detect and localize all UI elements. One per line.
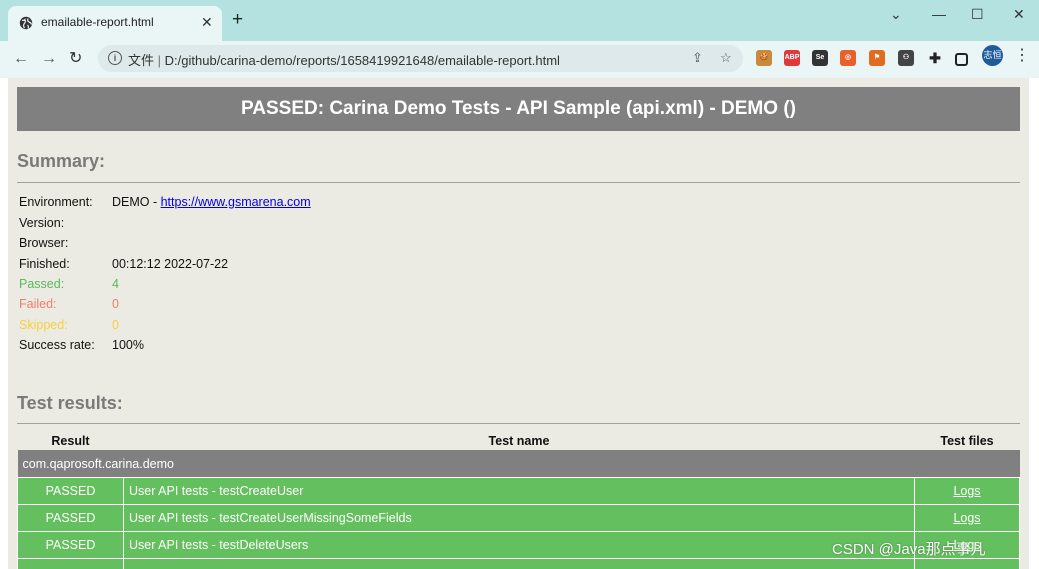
test-name-cell: User API tests - testDeleteUsers xyxy=(123,531,915,559)
forward-button[interactable]: → xyxy=(41,50,57,68)
finished-label: Finished: xyxy=(19,257,70,271)
column-header-test-files: Test files xyxy=(940,433,994,448)
environment-value: DEMO - https://www.gsmarena.com xyxy=(112,195,311,209)
logs-link[interactable]: Logs xyxy=(953,511,980,525)
maximize-button[interactable]: ☐ xyxy=(971,6,984,22)
report-banner: PASSED: Carina Demo Tests - API Sample (… xyxy=(17,87,1020,131)
side-panel-icon[interactable] xyxy=(955,53,968,66)
people-extension-icon[interactable]: ⚇ xyxy=(898,50,914,66)
browser-menu-icon[interactable]: ⋮ xyxy=(1014,48,1030,64)
results-divider xyxy=(17,423,1020,424)
failed-value: 0 xyxy=(112,297,119,311)
target-extension-icon[interactable]: ◎ xyxy=(840,50,856,66)
passed-label: Passed: xyxy=(19,277,65,291)
environment-name: DEMO - xyxy=(112,195,161,209)
test-files-cell: Logs xyxy=(914,504,1020,532)
result-cell: PASSED xyxy=(17,504,124,532)
watermark: CSDN @Java那点事儿 xyxy=(832,541,986,558)
result-cell: PASSED xyxy=(17,531,124,559)
table-row xyxy=(17,558,1020,569)
tab-strip: emailable-report.html ✕ + ⌄ — ☐ ✕ xyxy=(0,0,1039,41)
back-button[interactable]: ← xyxy=(13,50,29,68)
address-url: D:/github/carina-demo/reports/1658419921… xyxy=(164,53,560,68)
summary-divider xyxy=(17,182,1020,183)
file-scheme-label: 文件 xyxy=(128,53,155,68)
test-files-cell: Logs xyxy=(914,477,1020,505)
success-rate-label: Success rate: xyxy=(19,338,95,352)
result-cell: PASSED xyxy=(17,477,124,505)
cookie-extension-icon[interactable]: 🍪 xyxy=(756,50,772,66)
test-name-cell: User API tests - testCreateUser xyxy=(123,477,915,505)
bookmark-star-icon[interactable]: ☆ xyxy=(720,50,732,66)
tab-title: emailable-report.html xyxy=(41,15,154,29)
address-bar[interactable]: i 文件 | D:/github/carina-demo/reports/165… xyxy=(98,45,743,72)
package-name: com.qaprosoft.carina.demo xyxy=(17,450,1020,478)
tab-close-icon[interactable]: ✕ xyxy=(201,13,213,31)
address-text[interactable]: 文件 | D:/github/carina-demo/reports/16584… xyxy=(128,50,560,69)
new-tab-button[interactable]: + xyxy=(232,9,243,31)
table-row: PASSED User API tests - testCreateUser Log… xyxy=(17,477,1020,505)
page-viewport: PASSED: Carina Demo Tests - API Sample (… xyxy=(0,78,1039,569)
browser-label: Browser: xyxy=(19,236,69,250)
table-row: PASSED User API tests - testCreateUserMis… xyxy=(17,504,1020,532)
site-info-icon[interactable]: i xyxy=(108,51,122,65)
share-icon[interactable]: ⇪ xyxy=(692,50,703,66)
test-results-heading: Test results: xyxy=(17,393,123,413)
success-rate-value: 100% xyxy=(112,338,144,352)
skipped-label: Skipped: xyxy=(19,318,68,332)
empty-cell xyxy=(914,558,1020,569)
browser-toolbar: ← → ↻ i 文件 | D:/github/carina-demo/repor… xyxy=(0,41,1039,78)
empty-cell xyxy=(17,558,124,569)
selenium-icon[interactable]: Se xyxy=(812,50,828,66)
environment-link[interactable]: https://www.gsmarena.com xyxy=(161,195,311,209)
package-row: com.qaprosoft.carina.demo xyxy=(17,450,1020,478)
logs-link[interactable]: Logs xyxy=(953,484,980,498)
test-name-cell: User API tests - testCreateUserMissingSo… xyxy=(123,504,915,532)
column-header-test-name: Test name xyxy=(488,433,550,448)
fire-extension-icon[interactable]: ⚑ xyxy=(869,50,885,66)
minimize-button[interactable]: — xyxy=(932,6,946,22)
passed-value: 4 xyxy=(112,277,119,291)
empty-cell xyxy=(123,558,915,569)
finished-value: 00:12:12 2022-07-22 xyxy=(112,257,229,271)
extensions-puzzle-icon[interactable]: ✚ xyxy=(927,50,943,66)
environment-label: Environment: xyxy=(19,195,93,209)
globe-icon xyxy=(19,16,33,30)
summary-heading: Summary: xyxy=(17,151,106,171)
table-header-row: Result Test name Test files xyxy=(18,431,1020,450)
browser-tab[interactable]: emailable-report.html ✕ xyxy=(8,6,222,41)
avatar[interactable]: 志恒 xyxy=(982,45,1003,66)
address-separator: | xyxy=(157,53,162,68)
reload-button[interactable]: ↻ xyxy=(69,50,82,68)
report-container: PASSED: Carina Demo Tests - API Sample (… xyxy=(8,78,1029,569)
adblock-icon[interactable]: ABP xyxy=(784,50,800,66)
version-label: Version: xyxy=(19,216,65,230)
failed-label: Failed: xyxy=(19,297,57,311)
close-window-button[interactable]: ✕ xyxy=(1013,6,1025,22)
column-header-result: Result xyxy=(51,433,90,448)
skipped-value: 0 xyxy=(112,318,119,332)
tab-search-chevron-icon[interactable]: ⌄ xyxy=(890,6,902,22)
